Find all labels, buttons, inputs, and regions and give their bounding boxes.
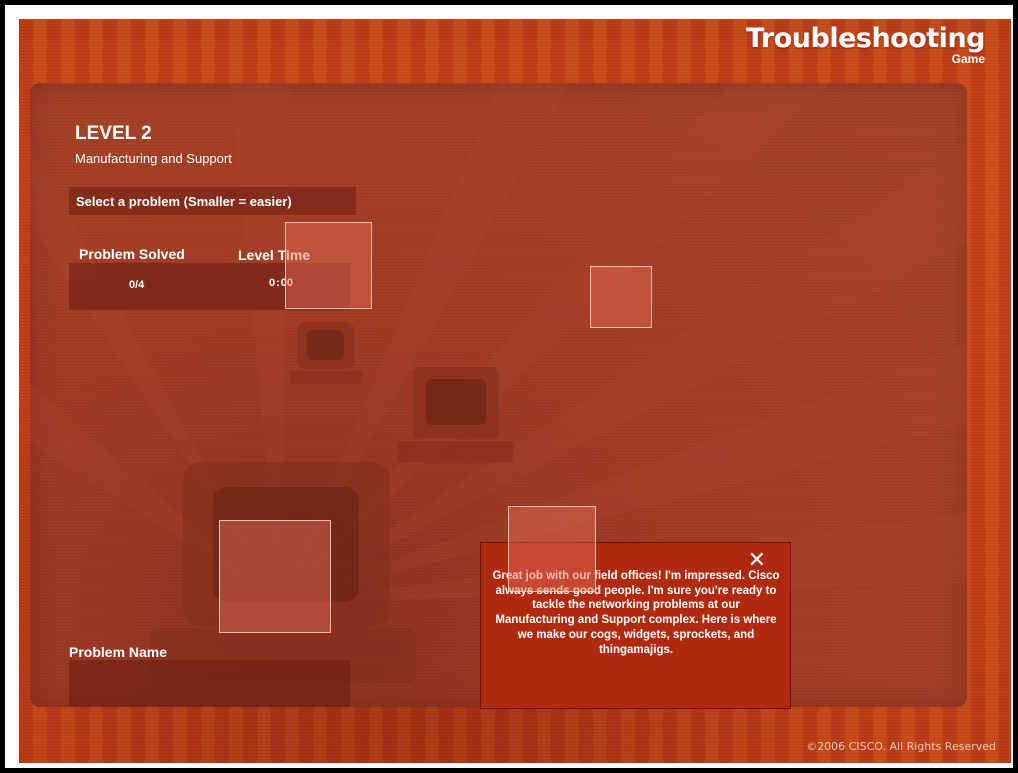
computer-background-medium [413,367,499,439]
computer-background-small [297,322,354,369]
level-title: LEVEL 2 [75,123,152,144]
game-frame: Troubleshooting Game LEVEL 2 Manufacturi… [0,0,1018,773]
problem-tile-3[interactable] [219,520,331,633]
problem-tile-4[interactable] [508,506,596,592]
logo-subtitle: Game [951,52,985,66]
problem-solved-value: 0/4 [129,279,145,291]
problem-solved-label: Problem Solved [79,246,185,262]
computer-base-small [290,371,362,384]
level-subtitle: Manufacturing and Support [75,151,232,166]
game-logo: Troubleshooting Game [745,23,986,67]
select-problem-label: Select a problem (Smaller = easier) [76,194,292,209]
computer-base-medium [398,441,513,463]
select-problem-bar: Select a problem (Smaller = easier) [69,187,356,215]
problem-tile-1[interactable] [285,222,372,309]
problem-name-box [69,660,350,707]
logo-title: Troubleshooting [745,23,986,54]
problem-name-label: Problem Name [69,644,168,660]
problem-tile-2[interactable] [590,266,652,328]
copyright-text: ©2006 CISCO. All Rights Reserved [806,740,996,753]
